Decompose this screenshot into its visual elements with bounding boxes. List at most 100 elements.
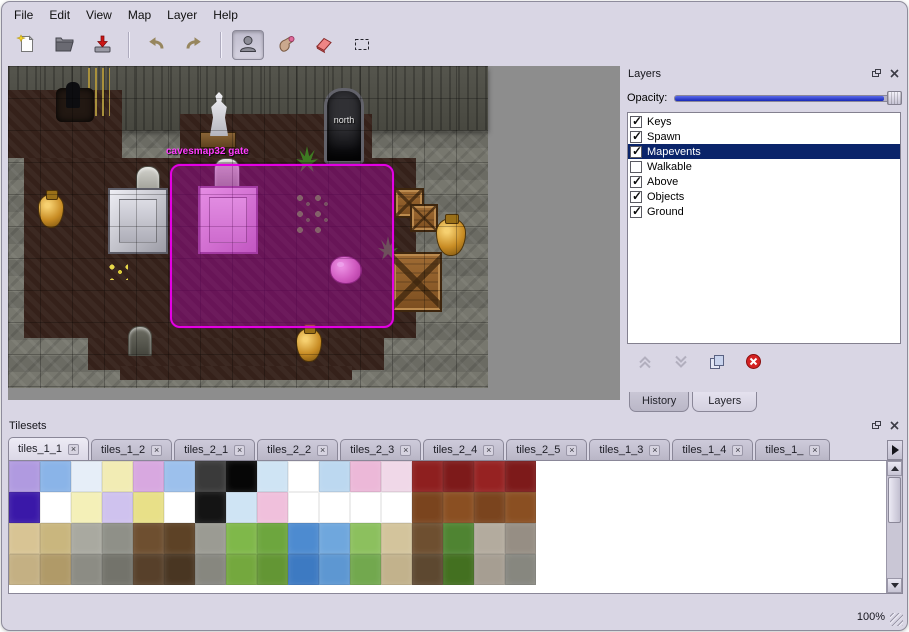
tile[interactable] [102,461,133,492]
tile[interactable] [288,492,319,523]
tile[interactable] [102,523,133,554]
layer-row[interactable]: Spawn [628,129,900,144]
tile[interactable] [443,461,474,492]
raise-layer-button[interactable] [635,354,655,372]
layer-row[interactable]: Keys [628,114,900,129]
tab-close-icon[interactable] [317,445,328,456]
tileset-tab[interactable]: tiles_1_ [755,439,830,460]
tile[interactable] [40,554,71,585]
tile[interactable] [350,461,381,492]
tileset-tab[interactable]: tiles_2_2 [257,439,338,460]
menu-item[interactable]: Layer [159,5,205,25]
character-stamp-tool-button[interactable] [232,30,264,60]
paint-tool-button[interactable] [270,30,302,60]
tile[interactable] [9,523,40,554]
tile[interactable] [195,461,226,492]
event-selection-rect[interactable] [170,164,394,328]
tile[interactable] [505,492,536,523]
tab-scroll-right-button[interactable] [887,440,903,460]
layer-visibility-checkbox[interactable] [630,131,642,143]
menu-item[interactable]: Edit [41,5,78,25]
tile[interactable] [133,523,164,554]
tile[interactable] [319,554,350,585]
tile[interactable] [412,554,443,585]
layer-visibility-checkbox[interactable] [630,116,642,128]
menu-item[interactable]: File [6,5,41,25]
layer-visibility-checkbox[interactable] [630,176,642,188]
tile[interactable] [71,492,102,523]
tile[interactable] [474,523,505,554]
tileset-grid[interactable] [9,461,536,593]
tile[interactable] [195,523,226,554]
tile[interactable] [443,492,474,523]
tileset-tab[interactable]: tiles_2_4 [423,439,504,460]
tile[interactable] [102,492,133,523]
tile[interactable] [71,461,102,492]
tile[interactable] [133,554,164,585]
tile[interactable] [505,461,536,492]
tile[interactable] [226,523,257,554]
layer-list[interactable]: Keys Spawn Mapevents Walkable [627,112,901,344]
tile[interactable] [474,554,505,585]
slider-handle[interactable] [887,91,902,105]
tile[interactable] [9,492,40,523]
layer-row[interactable]: Mapevents [628,144,900,159]
tile[interactable] [40,461,71,492]
scrollbar-thumb[interactable] [888,477,901,523]
tile[interactable] [40,492,71,523]
duplicate-layer-button[interactable] [707,354,727,372]
tile[interactable] [226,492,257,523]
tileset-tab[interactable]: tiles_2_5 [506,439,587,460]
tile[interactable] [164,554,195,585]
tile[interactable] [257,554,288,585]
tile[interactable] [412,492,443,523]
float-dock-button[interactable] [869,67,884,81]
save-button[interactable] [86,30,118,60]
tile[interactable] [319,492,350,523]
tab-close-icon[interactable] [809,445,820,456]
open-button[interactable] [48,30,80,60]
new-file-button[interactable] [10,30,42,60]
tile[interactable] [71,523,102,554]
tile[interactable] [350,523,381,554]
map-canvas[interactable]: north cavesmap32 [8,66,620,400]
tile[interactable] [71,554,102,585]
close-dock-button[interactable] [887,67,902,81]
tile[interactable] [412,523,443,554]
lower-layer-button[interactable] [671,354,691,372]
menu-item[interactable]: Help [205,5,246,25]
tile[interactable] [350,554,381,585]
dock-tab[interactable]: History [629,392,689,412]
tile[interactable] [505,523,536,554]
dock-tab[interactable]: Layers [692,392,757,412]
scrollbar-track[interactable] [887,524,902,578]
rect-select-tool-button[interactable] [346,30,378,60]
tab-close-icon[interactable] [483,445,494,456]
menu-item[interactable]: View [78,5,120,25]
tab-close-icon[interactable] [68,444,79,455]
tile[interactable] [288,554,319,585]
float-dock-button[interactable] [869,419,884,433]
tile[interactable] [350,492,381,523]
tab-close-icon[interactable] [400,445,411,456]
tile[interactable] [474,492,505,523]
tile[interactable] [257,461,288,492]
tile[interactable] [319,461,350,492]
tileset-tab[interactable]: tiles_1_3 [589,439,670,460]
tile[interactable] [474,461,505,492]
tileset-tab[interactable]: tiles_1_1 [8,437,89,460]
layer-visibility-checkbox[interactable] [630,206,642,218]
resize-grip[interactable] [890,613,903,626]
tile[interactable] [164,492,195,523]
layer-row[interactable]: Above [628,174,900,189]
tile[interactable] [381,523,412,554]
tileset-tab[interactable]: tiles_2_3 [340,439,421,460]
close-dock-button[interactable] [887,419,902,433]
eraser-tool-button[interactable] [308,30,340,60]
tile[interactable] [133,461,164,492]
tileset-tab[interactable]: tiles_1_4 [672,439,753,460]
tile[interactable] [381,461,412,492]
tile[interactable] [443,523,474,554]
tile[interactable] [412,461,443,492]
tile[interactable] [288,461,319,492]
